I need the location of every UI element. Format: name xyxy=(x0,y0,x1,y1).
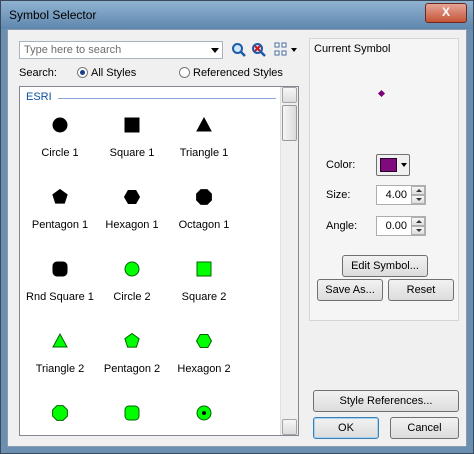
symbol-triangle-icon xyxy=(196,116,212,132)
scroll-up-button[interactable] xyxy=(282,87,297,103)
symbol-item[interactable]: Circle 2 xyxy=(94,251,170,315)
symbol-label: Rnd Square 1 xyxy=(26,291,94,303)
symbol-selector-window: Symbol Selector X Type here to search Se… xyxy=(0,0,474,454)
symbol-triangle-icon xyxy=(52,332,68,348)
symbol-item[interactable]: Square 2 xyxy=(166,251,242,315)
cancel-button[interactable]: Cancel xyxy=(390,417,459,439)
angle-value: 0.00 xyxy=(385,220,407,232)
referenced-styles-radio[interactable] xyxy=(179,67,190,78)
symbol-hexagon-icon xyxy=(195,334,213,348)
current-symbol-title: Current Symbol xyxy=(314,43,391,55)
symbol-label: Hexagon 1 xyxy=(105,219,159,231)
search-icon[interactable] xyxy=(231,42,247,58)
symbol-label: Circle 2 xyxy=(113,291,151,303)
symbol-label: Triangle 1 xyxy=(179,147,229,159)
reset-button[interactable]: Reset xyxy=(388,279,454,301)
group-header: ESRI xyxy=(26,91,52,103)
symbol-label: Square 2 xyxy=(181,291,227,303)
symbol-label: Triangle 2 xyxy=(35,363,85,375)
vertical-scrollbar[interactable] xyxy=(280,87,298,435)
symbol-octagon-icon xyxy=(52,405,68,421)
color-picker-button[interactable] xyxy=(376,154,410,176)
size-up-button[interactable] xyxy=(411,186,425,195)
chevron-up-icon xyxy=(416,220,422,223)
symbol-item[interactable]: Pentagon 1 xyxy=(22,179,98,243)
color-label: Color: xyxy=(326,159,356,171)
view-options-icon[interactable] xyxy=(274,42,300,58)
symbol-pentagon-icon xyxy=(52,188,68,204)
title-bar[interactable]: Symbol Selector X xyxy=(1,1,473,29)
symbol-targetcircle-icon xyxy=(196,405,212,421)
symbol-item[interactable]: Rnd Square 1 xyxy=(22,251,98,315)
close-icon: X xyxy=(441,5,450,19)
symbol-square-icon xyxy=(124,117,140,133)
symbol-item[interactable]: Hexagon 2 xyxy=(166,323,242,387)
symbol-item[interactable] xyxy=(166,395,242,435)
symbol-item[interactable] xyxy=(22,395,98,435)
symbol-label: Pentagon 1 xyxy=(31,219,89,231)
angle-stepper[interactable]: 0.00 xyxy=(376,216,426,236)
symbol-label: Square 1 xyxy=(109,147,155,159)
chevron-down-icon[interactable] xyxy=(211,48,219,53)
symbol-item[interactable]: Square 1 xyxy=(94,107,170,171)
save-as-button[interactable]: Save As... xyxy=(317,279,383,301)
symbol-label: Circle 1 xyxy=(41,147,79,159)
search-scope-label: Search: xyxy=(19,67,57,79)
angle-label: Angle: xyxy=(326,220,358,232)
size-value: 4.00 xyxy=(385,189,407,201)
symbol-pentagon-icon xyxy=(124,332,140,348)
close-button[interactable]: X xyxy=(425,3,467,23)
angle-up-button[interactable] xyxy=(411,217,425,226)
ok-button[interactable]: OK xyxy=(313,417,379,439)
symbol-item[interactable]: Hexagon 1 xyxy=(94,179,170,243)
all-styles-radio[interactable] xyxy=(77,67,88,78)
symbol-item[interactable]: Pentagon 2 xyxy=(94,323,170,387)
symbol-rndsquare-icon xyxy=(52,261,68,277)
symbol-item[interactable]: Octagon 1 xyxy=(166,179,242,243)
symbol-item[interactable] xyxy=(94,395,170,435)
edit-symbol-button[interactable]: Edit Symbol... xyxy=(342,255,428,277)
angle-down-button[interactable] xyxy=(411,226,425,235)
symbol-list[interactable]: ESRI Circle 1 Square 1 Triangle 1 Pentagon … xyxy=(19,86,299,436)
dialog-body: Type here to search Search: All Styles R… xyxy=(7,29,467,447)
symbol-octagon-icon xyxy=(196,189,212,205)
symbol-circle-icon xyxy=(52,117,68,133)
group-divider xyxy=(58,98,276,99)
symbol-label: Hexagon 2 xyxy=(177,363,231,375)
chevron-down-icon xyxy=(416,198,422,201)
symbol-item[interactable]: Circle 1 xyxy=(22,107,98,171)
symbol-item[interactable]: Triangle 2 xyxy=(22,323,98,387)
style-references-button[interactable]: Style References... xyxy=(313,390,459,412)
symbol-preview xyxy=(377,89,386,98)
color-swatch xyxy=(380,158,397,172)
symbol-item[interactable]: Triangle 1 xyxy=(166,107,242,171)
symbol-square-icon xyxy=(196,261,212,277)
referenced-styles-label[interactable]: Referenced Styles xyxy=(193,67,283,79)
symbol-hexagon-icon xyxy=(123,190,141,204)
current-symbol-panel: Current Symbol Color: Size: 4.00 Angle: … xyxy=(309,38,459,321)
chevron-down-icon xyxy=(416,229,422,232)
chevron-down-icon xyxy=(401,163,407,167)
clear-search-icon[interactable] xyxy=(251,42,267,58)
search-input[interactable]: Type here to search xyxy=(19,41,223,59)
size-stepper[interactable]: 4.00 xyxy=(376,185,426,205)
radio-selected-dot xyxy=(80,70,85,75)
all-styles-label[interactable]: All Styles xyxy=(91,67,136,79)
window-title: Symbol Selector xyxy=(9,8,97,22)
symbol-rndsquare-icon xyxy=(124,405,140,421)
symbol-label: Octagon 1 xyxy=(178,219,230,231)
scroll-down-button[interactable] xyxy=(282,419,297,435)
search-placeholder: Type here to search xyxy=(24,44,122,56)
chevron-up-icon xyxy=(416,189,422,192)
symbol-circle-icon xyxy=(124,261,140,277)
size-label: Size: xyxy=(326,189,351,201)
size-down-button[interactable] xyxy=(411,195,425,204)
symbol-label: Pentagon 2 xyxy=(103,363,161,375)
scroll-thumb[interactable] xyxy=(282,105,297,141)
